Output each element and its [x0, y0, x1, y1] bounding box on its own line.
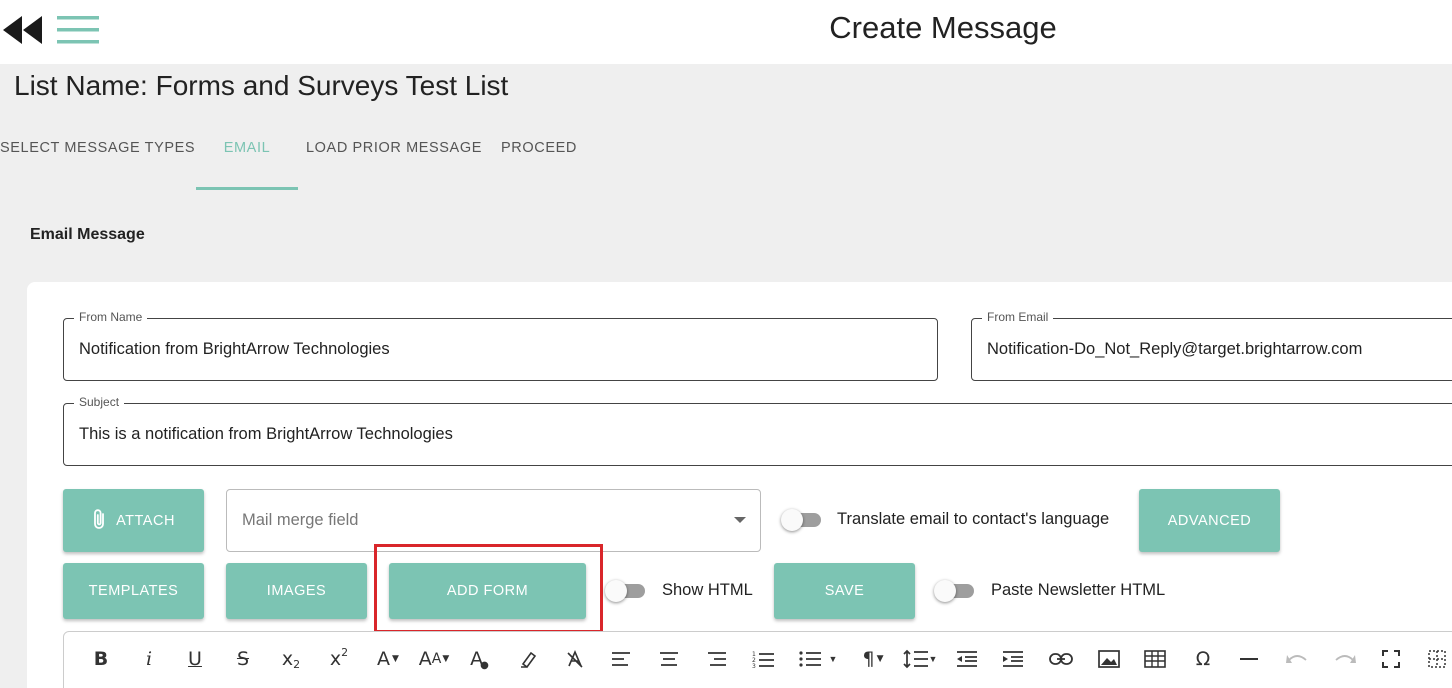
from-name-label: From Name	[74, 310, 148, 324]
table-icon[interactable]	[1142, 646, 1168, 672]
align-center-icon[interactable]	[656, 646, 682, 672]
subject-value: This is a notification from BrightArrow …	[79, 425, 453, 443]
subject-field[interactable]: Subject This is a notification from Brig…	[63, 395, 1452, 466]
tab-proceed[interactable]: PROCEED	[496, 126, 582, 190]
from-email-field[interactable]: From Email Notification-Do_Not_Reply@tar…	[971, 310, 1452, 381]
indent-icon[interactable]	[1000, 646, 1026, 672]
highlight-icon[interactable]	[516, 646, 542, 672]
attach-button[interactable]: ATTACH	[63, 489, 204, 552]
show-html-label: Show HTML	[662, 581, 753, 599]
clear-format-icon[interactable]	[562, 646, 588, 672]
bold-icon[interactable]: B	[88, 646, 114, 672]
rich-text-editor[interactable]: B i U S x2 x2 A▼ AA▼ A● 123 ▼ ¶▼ ▼	[63, 631, 1452, 688]
ordered-list-icon[interactable]: 123	[750, 646, 776, 672]
list-name: List Name: Forms and Surveys Test List	[14, 70, 509, 101]
more-icon[interactable]	[1424, 646, 1450, 672]
underline-icon[interactable]: U	[182, 646, 208, 672]
outdent-icon[interactable]	[954, 646, 980, 672]
undo-icon[interactable]	[1284, 646, 1310, 672]
line-height-icon[interactable]: ▼	[900, 646, 940, 672]
tab-load-prior-message[interactable]: LOAD PRIOR MESSAGE	[306, 126, 481, 190]
horizontal-line-icon[interactable]	[1236, 646, 1262, 672]
paperclip-icon	[92, 508, 106, 534]
subject-label: Subject	[74, 395, 125, 409]
page-title: Create Message	[829, 10, 1057, 45]
align-left-icon[interactable]	[608, 646, 634, 672]
from-name-field[interactable]: From Name Notification from BrightArrow …	[63, 310, 938, 381]
superscript-icon[interactable]: x2	[324, 646, 354, 672]
svg-text:3: 3	[752, 663, 756, 668]
advanced-button[interactable]: ADVANCED	[1139, 489, 1280, 552]
top-bar: Create Message	[0, 0, 1452, 64]
translate-label: Translate email to contact's language	[837, 510, 1110, 528]
paragraph-format-icon[interactable]: ¶ ▼	[856, 646, 890, 672]
link-icon[interactable]	[1048, 646, 1074, 672]
font-color-icon[interactable]: A ▼	[370, 646, 406, 672]
tab-email[interactable]: EMAIL	[196, 126, 298, 190]
special-char-icon[interactable]: Ω	[1190, 646, 1216, 672]
text-color-icon[interactable]: A ●	[468, 646, 494, 672]
font-size-icon[interactable]: A A ▼	[414, 646, 454, 672]
paste-newsletter-label: Paste Newsletter HTML	[991, 581, 1166, 599]
subscript-icon[interactable]: x2	[276, 646, 306, 672]
templates-button[interactable]: TEMPLATES	[63, 563, 204, 619]
add-form-highlight-box	[374, 544, 603, 633]
unordered-list-icon[interactable]: ▼	[796, 646, 840, 672]
from-email-label: From Email	[982, 310, 1054, 324]
chevron-down-icon	[734, 517, 746, 523]
strikethrough-icon[interactable]: S	[230, 646, 256, 672]
save-button[interactable]: SAVE	[774, 563, 915, 619]
paste-newsletter-toggle[interactable]	[934, 580, 974, 602]
fullscreen-icon[interactable]	[1378, 646, 1404, 672]
italic-icon[interactable]: i	[136, 646, 162, 672]
from-email-value: Notification-Do_Not_Reply@target.brighta…	[987, 340, 1363, 358]
show-html-toggle[interactable]	[605, 580, 645, 602]
from-name-value: Notification from BrightArrow Technologi…	[79, 340, 390, 358]
mail-merge-placeholder: Mail merge field	[242, 511, 359, 529]
image-icon[interactable]	[1096, 646, 1122, 672]
attach-label: ATTACH	[116, 512, 175, 529]
redo-icon[interactable]	[1332, 646, 1358, 672]
mail-merge-select[interactable]: Mail merge field	[226, 489, 761, 552]
email-message-heading: Email Message	[30, 226, 145, 243]
tab-select-message-types[interactable]: SELECT MESSAGE TYPES	[0, 126, 195, 190]
align-right-icon[interactable]	[704, 646, 730, 672]
images-button[interactable]: IMAGES	[226, 563, 367, 619]
translate-toggle[interactable]	[781, 509, 821, 531]
